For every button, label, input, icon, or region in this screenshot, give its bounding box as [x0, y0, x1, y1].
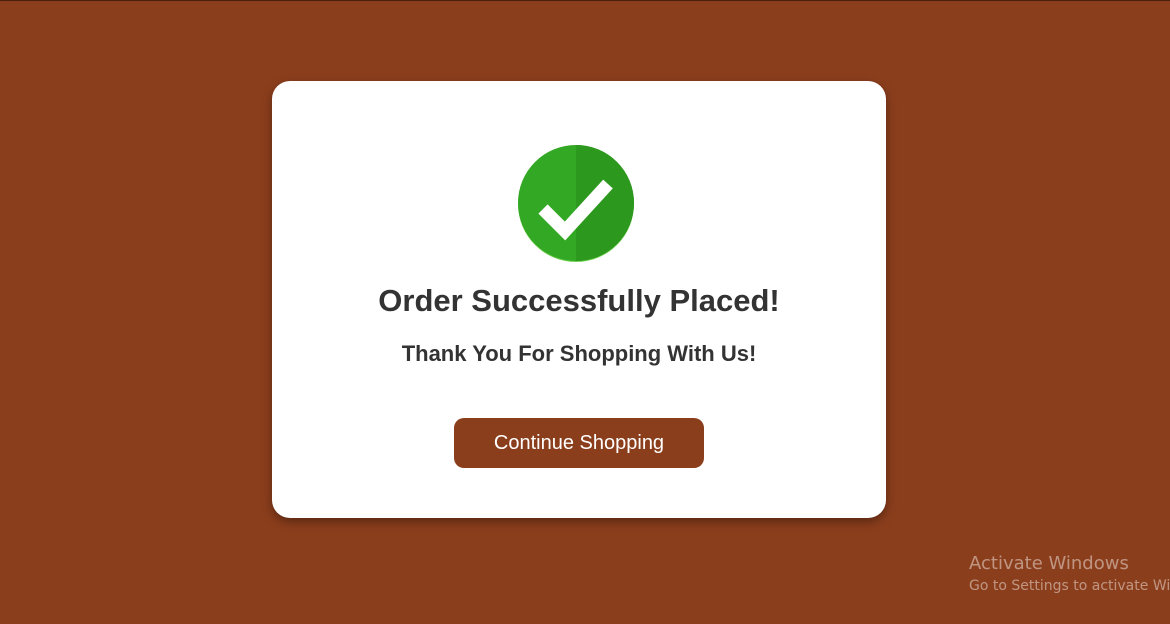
top-border — [0, 0, 1170, 1]
thank-you-message: Thank You For Shopping With Us! — [401, 341, 757, 366]
activate-windows-watermark: Activate Windows Go to Settings to activ… — [969, 553, 1170, 596]
watermark-subtitle: Go to Settings to activate Windows. — [969, 578, 1170, 594]
continue-shopping-button[interactable]: Continue Shopping — [454, 418, 704, 468]
order-success-title: Order Successfully Placed! — [378, 283, 780, 318]
order-success-dialog: Order Successfully Placed! Thank You For… — [272, 81, 886, 518]
watermark-title: Activate Windows — [969, 553, 1129, 574]
check-circle-icon — [518, 145, 634, 262]
